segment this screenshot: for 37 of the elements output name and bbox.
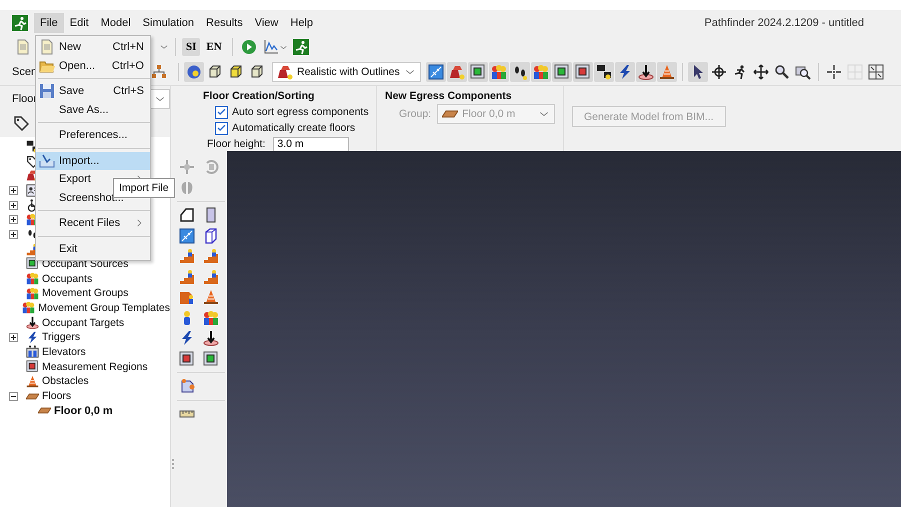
menu-item[interactable]: Open... Ctrl+O [36,56,150,75]
menu-item[interactable]: File [34,12,64,32]
tree-item[interactable]: Occupant Targets [42,316,124,329]
unit-button[interactable]: SI [182,38,200,56]
checkbox-label: Automatically create floors [232,122,356,134]
tree-item[interactable]: Movement Group Templates [38,302,170,314]
menu-item[interactable]: Preferences... [36,126,150,144]
tree-item[interactable]: Triggers [42,331,80,344]
menu-item[interactable]: Help [284,12,319,32]
menu-item[interactable]: Exit [36,240,150,258]
section-title: Floor Creation/Sorting [203,90,316,102]
section-title: New Egress Components [385,90,513,102]
render-mode-dropdown[interactable]: Realistic with Outlines [272,62,421,82]
field-label: Floor height: [207,138,266,150]
menu-item[interactable]: Import... [36,152,150,170]
tree-item[interactable]: Occupants [42,272,92,285]
tree-item[interactable]: Measurement Regions [42,360,148,373]
tree-item[interactable]: Obstacles [42,375,89,388]
tree-item[interactable]: Elevators [42,346,86,358]
floor-height-field[interactable]: 3.0 m [273,136,350,152]
menu-item[interactable]: New Ctrl+N [36,38,150,56]
window-title: Pathfinder 2024.2.1209 - untitled [704,16,864,28]
unit-button[interactable]: EN [202,38,226,56]
menu-item[interactable]: View [248,12,284,32]
field-label: Group: [399,108,432,120]
menu-item[interactable]: Recent Files [36,214,150,232]
menu-item[interactable]: Edit [64,12,95,32]
menu-item[interactable]: Model [94,12,137,32]
menu-item[interactable]: Save Ctrl+S [36,82,150,100]
floor-label: Floor [12,93,38,105]
tree-item[interactable]: Floor 0,0 m [54,404,113,417]
tree-item[interactable]: Floors [42,390,72,402]
checkbox-label: Auto sort egress components [232,106,369,118]
menu-item[interactable]: Results [200,12,249,32]
tree-item[interactable]: Movement Groups [42,287,128,300]
menu-item[interactable]: Save As... [36,100,150,119]
menu-item[interactable]: Simulation [136,12,200,32]
